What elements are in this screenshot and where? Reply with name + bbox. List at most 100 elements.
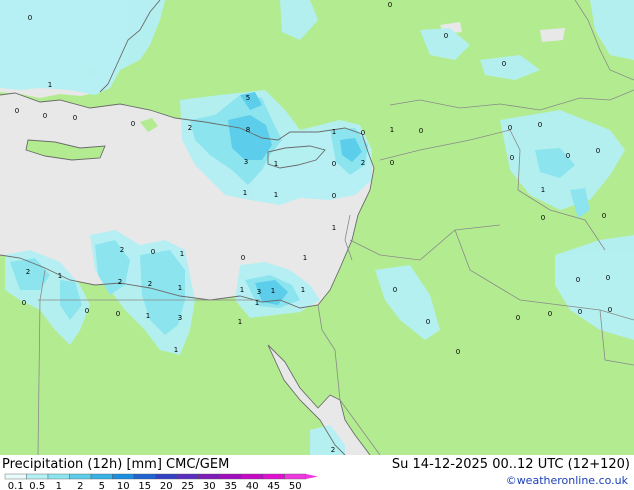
station-value: 1 [255,299,259,307]
legend-swatch [262,473,285,480]
station-value: 0 [332,192,336,200]
station-value: 1 [180,250,184,258]
station-value: 0 [541,214,545,222]
station-value: 1 [390,126,394,134]
station-value: 0 [332,160,336,168]
legend-swatch [112,473,135,480]
legend-swatch [26,473,49,480]
station-value: 0 [241,254,245,262]
legend-swatch [284,473,307,480]
legend-swatch [4,473,27,480]
station-value: 0 [596,147,600,155]
station-value: 0 [576,276,580,284]
station-value: 1 [541,186,545,194]
station-value: 0 [361,129,365,137]
legend-arrow-icon [306,474,318,479]
station-value: 1 [238,318,242,326]
legend-label: 0.1 [8,481,24,490]
legend-swatch [219,473,242,480]
station-value: 2 [331,446,335,454]
station-value: 1 [243,189,247,197]
station-value: 2 [118,278,122,286]
map-title: Precipitation (12h) [mm] CMC/GEM [2,457,230,472]
legend-label: 0.5 [29,481,45,490]
station-value: 0 [606,274,610,282]
station-value: 0 [608,306,612,314]
lake [540,28,565,42]
legend-swatch [90,473,113,480]
station-value: 0 [393,286,397,294]
station-value: 3 [178,314,182,322]
station-value: 1 [303,254,307,262]
station-value: 1 [271,287,275,295]
station-value: 0 [508,124,512,132]
station-value: 1 [240,286,244,294]
station-value: 0 [538,121,542,129]
station-value: 1 [174,346,178,354]
station-value: 1 [332,128,336,136]
map-footer: Precipitation (12h) [mm] CMC/GEM Su 14-1… [0,455,634,490]
legend-label: 30 [203,481,216,490]
legend-label: 5 [99,481,105,490]
legend-swatch [176,473,199,480]
station-value: 0 [151,248,155,256]
station-value: 2 [148,280,152,288]
station-value: 1 [146,312,150,320]
station-value: 1 [48,81,52,89]
station-value: 0 [602,212,606,220]
station-value: 2 [26,268,30,276]
map-canvas: 1 0 0 0 0 5 2 8 3 1 1 0 1 0 2 0 1 1 0 0 1 1 0 1 2 0 1 2 1 2 2 1 0 1 0 0 1 3 1 1… [0,0,634,456]
precipitation-map[interactable]: 1 0 0 0 0 5 2 8 3 1 1 0 1 0 2 0 1 1 0 0 1 1 0 1 2 0 1 2 1 2 2 1 0 1 0 0 1 3 1 1… [0,0,634,456]
legend-label: 40 [246,481,259,490]
station-value: 0 [502,60,506,68]
station-value: 0 [43,112,47,120]
station-value: 0 [578,308,582,316]
station-value: 0 [131,120,135,128]
station-value: 0 [510,154,514,162]
station-value: 1 [301,286,305,294]
station-value: 2 [188,124,192,132]
station-value: 1 [274,191,278,199]
station-value: 1 [274,160,278,168]
station-value: 0 [548,310,552,318]
legend-label: 20 [160,481,173,490]
legend-swatch [241,473,264,480]
legend-label: 15 [138,481,151,490]
station-value: 0 [444,32,448,40]
copyright-link[interactable]: ©weatheronline.co.uk [506,474,628,487]
station-value: 1 [178,284,182,292]
valid-time: Su 14-12-2025 00..12 UTC (12+120) [391,457,630,472]
legend-label: 10 [117,481,130,490]
station-value: 0 [388,1,392,9]
station-value: 0 [22,299,26,307]
station-value: 5 [246,94,250,102]
station-value: 0 [419,127,423,135]
station-value: 2 [361,159,365,167]
station-value: 0 [73,114,77,122]
precipitation-legend: 0.1 0.5 1 2 5 10 15 20 25 30 35 40 45 50 [4,473,318,490]
legend-swatch [155,473,178,480]
station-value: 0 [85,307,89,315]
station-value: 0 [456,348,460,356]
legend-label: 1 [56,481,62,490]
station-value: 3 [257,288,261,296]
legend-swatch [133,473,156,480]
legend-swatch [47,473,70,480]
station-value: 0 [15,107,19,115]
station-value: 0 [28,14,32,22]
legend-swatch [69,473,92,480]
station-value: 2 [120,246,124,254]
legend-label: 45 [267,481,280,490]
station-value: 0 [566,152,570,160]
legend-label: 25 [181,481,194,490]
station-value: 1 [58,272,62,280]
station-value: 0 [516,314,520,322]
station-value: 0 [116,310,120,318]
legend-label: 2 [77,481,83,490]
station-value: 0 [390,159,394,167]
station-value: 1 [332,224,336,232]
station-value: 8 [246,126,250,134]
station-value: 0 [426,318,430,326]
legend-label: 35 [224,481,237,490]
station-value: 3 [244,158,248,166]
